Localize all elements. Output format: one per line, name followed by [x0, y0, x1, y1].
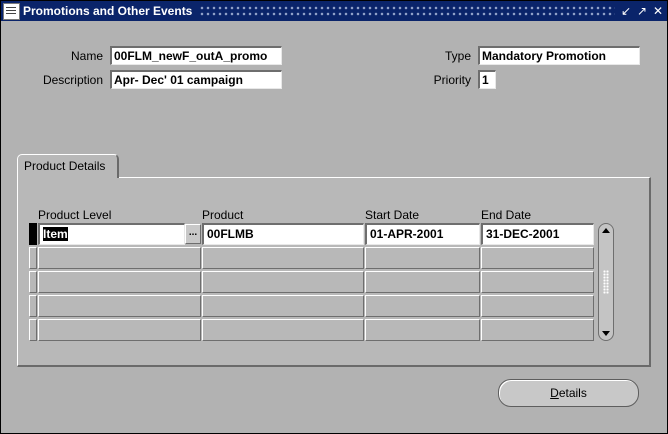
description-field[interactable]: Apr- Dec' 01 campaign	[110, 70, 282, 89]
product-level-cell[interactable]	[38, 271, 201, 293]
row-indicator[interactable]	[29, 271, 37, 293]
scroll-down-icon[interactable]	[602, 331, 610, 336]
product-level-cell[interactable]: Item	[38, 223, 185, 245]
details-mnemonic: D	[550, 386, 559, 400]
column-header-product: Product	[202, 208, 244, 222]
type-label: Type	[444, 49, 471, 63]
title-bar-pattern	[199, 5, 615, 17]
end-date-cell[interactable]	[481, 247, 594, 269]
column-header-product-level: Product Level	[38, 208, 112, 222]
maximize-icon[interactable]: ↗	[635, 4, 649, 18]
title-bar[interactable]: Promotions and Other Events ↙ ↗ ✕	[1, 1, 667, 21]
product-cell[interactable]	[202, 295, 364, 317]
details-button[interactable]: Details	[498, 379, 639, 407]
row-indicator[interactable]	[29, 319, 37, 341]
form-icon	[3, 3, 20, 20]
vertical-scrollbar[interactable]	[598, 223, 614, 341]
product-cell[interactable]: 00FLMB	[202, 223, 364, 245]
end-date-cell[interactable]: 31-DEC-2001	[481, 223, 594, 245]
start-date-cell[interactable]	[365, 271, 480, 293]
priority-field[interactable]: 1	[478, 70, 496, 89]
end-date-cell[interactable]	[481, 271, 594, 293]
description-label: Description	[42, 73, 103, 87]
product-level-value: Item	[43, 227, 68, 241]
start-date-cell[interactable]	[365, 295, 480, 317]
end-date-cell[interactable]	[481, 319, 594, 341]
window-title: Promotions and Other Events	[23, 4, 193, 18]
row-indicator[interactable]	[29, 223, 37, 245]
end-date-cell[interactable]	[481, 295, 594, 317]
product-cell[interactable]	[202, 319, 364, 341]
start-date-cell[interactable]: 01-APR-2001	[365, 223, 480, 245]
product-level-cell[interactable]	[38, 295, 201, 317]
row-indicator[interactable]	[29, 295, 37, 317]
promotions-window: Promotions and Other Events ↙ ↗ ✕ Name 0…	[0, 0, 668, 434]
product-level-cell[interactable]	[38, 247, 201, 269]
product-level-cell[interactable]	[38, 319, 201, 341]
scroll-up-icon[interactable]	[602, 228, 610, 233]
name-field[interactable]: 00FLM_newF_outA_promo	[110, 46, 282, 65]
type-field[interactable]: Mandatory Promotion	[478, 46, 640, 65]
start-date-cell[interactable]	[365, 247, 480, 269]
name-label: Name	[70, 49, 103, 63]
tab-product-details[interactable]: Product Details	[17, 154, 119, 178]
column-header-start-date: Start Date	[365, 208, 420, 222]
row-indicator[interactable]	[29, 247, 37, 269]
start-date-cell[interactable]	[365, 319, 480, 341]
close-icon[interactable]: ✕	[651, 4, 665, 18]
product-cell[interactable]	[202, 247, 364, 269]
minimize-icon[interactable]: ↙	[619, 4, 633, 18]
list-of-values-button[interactable]: ...	[185, 224, 201, 244]
column-header-end-date: End Date	[481, 208, 532, 222]
details-label: etails	[558, 386, 587, 400]
priority-label: Priority	[433, 73, 471, 87]
scroll-thumb-grip[interactable]	[603, 270, 609, 294]
product-cell[interactable]	[202, 271, 364, 293]
